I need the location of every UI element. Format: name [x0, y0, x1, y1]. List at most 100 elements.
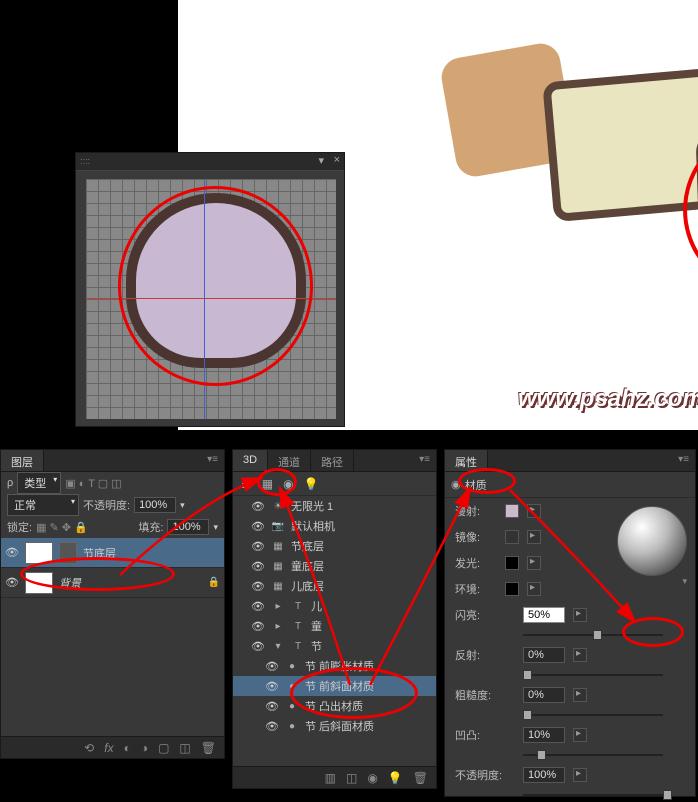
blend-mode-dropdown[interactable]: 正常: [7, 494, 79, 516]
visibility-icon[interactable]: 👁: [265, 720, 279, 733]
slider-track[interactable]: [523, 750, 663, 760]
item-type-icon: ▦: [271, 561, 285, 572]
visibility-icon[interactable]: 👁: [251, 560, 265, 573]
3d-list-item[interactable]: 👁 📷 默认相机: [233, 516, 436, 536]
3d-list-item[interactable]: 👁▸T童: [233, 616, 436, 636]
ambient-label: 环境:: [455, 581, 497, 597]
icon-2[interactable]: ◫: [346, 771, 357, 785]
fill-input[interactable]: 100%: [167, 519, 209, 535]
group-icon[interactable]: ▢: [158, 741, 169, 755]
lock-icons[interactable]: ▦ ✎ ✥ 🔒: [36, 521, 88, 534]
close-icon[interactable]: ×: [334, 154, 340, 166]
slider-label: 反射:: [455, 647, 515, 663]
visibility-icon[interactable]: 👁: [251, 620, 265, 633]
layers-panel: 图层 ▾≡ ρ 类型 ▣ ◐ T ▢ ◫ 正常 不透明度: 100% ▾ 锁定:…: [0, 449, 225, 759]
trash-icon[interactable]: 🗑: [201, 741, 216, 755]
visibility-icon[interactable]: 👁: [251, 640, 265, 653]
item-label: 儿: [311, 598, 322, 614]
diffuse-texture[interactable]: [527, 504, 541, 518]
3d-list-item[interactable]: 👁▦童底层: [233, 556, 436, 576]
visibility-icon[interactable]: 👁: [265, 680, 279, 693]
slider-texture[interactable]: [573, 728, 587, 742]
slider-value-input[interactable]: 0%: [523, 687, 565, 703]
item-type-icon: T: [291, 641, 305, 652]
collapse-icon[interactable]: ▾: [318, 154, 324, 167]
slider-value-input[interactable]: 50%: [523, 607, 565, 623]
secondary-3d-view[interactable]: :::: × ▾: [75, 152, 345, 427]
char-3d-2[interactable]: [542, 68, 698, 222]
mask-icon[interactable]: ◐: [124, 741, 131, 755]
specular-texture[interactable]: [527, 530, 541, 544]
tab-3d[interactable]: 3D: [233, 450, 268, 471]
panel-menu-icon[interactable]: ▾≡: [672, 450, 695, 471]
glow-swatch[interactable]: [505, 556, 519, 570]
visibility-icon[interactable]: 👁: [251, 540, 265, 553]
lock-icon[interactable]: 🔒: [208, 577, 220, 588]
fill-adjust-icon[interactable]: ◑: [141, 741, 148, 755]
visibility-icon[interactable]: 👁: [251, 580, 265, 593]
visibility-icon[interactable]: 👁: [5, 546, 19, 559]
item-label: 节底层: [291, 538, 324, 554]
item-label: 默认相机: [291, 518, 335, 534]
glow-texture[interactable]: [527, 556, 541, 570]
icon-1[interactable]: ▥: [325, 771, 336, 785]
3d-list-item[interactable]: 👁▦儿底层: [233, 576, 436, 596]
3d-panel: 3D 通道 路径 ▾≡ ☰ ▦ ◉ 💡 👁☀无限光 1👁📷默认相机👁▦节底层👁▦…: [232, 449, 437, 789]
visibility-icon[interactable]: 👁: [251, 500, 265, 513]
3d-list-item[interactable]: 👁▾T节: [233, 636, 436, 656]
3d-list-item[interactable]: 👁 ▸ T儿: [233, 596, 436, 616]
diffuse-swatch[interactable]: [505, 504, 519, 518]
lock-label: 锁定:: [7, 519, 32, 535]
slider-value-input[interactable]: 100%: [523, 767, 565, 783]
visibility-icon[interactable]: 👁: [265, 660, 279, 673]
slider-texture[interactable]: [573, 608, 587, 622]
slider-label: 凹凸:: [455, 727, 515, 743]
tab-layers[interactable]: 图层: [1, 450, 44, 471]
slider-texture[interactable]: [573, 768, 587, 782]
trash-icon[interactable]: 🗑: [413, 771, 428, 785]
specular-label: 镜像:: [455, 529, 497, 545]
specular-swatch[interactable]: [505, 530, 519, 544]
slider-track[interactable]: [523, 670, 663, 680]
expand-icon[interactable]: ▸: [271, 621, 285, 632]
render-icon[interactable]: ◉: [367, 771, 377, 785]
property-slider-row: 粗糙度:0%: [445, 682, 695, 708]
material-preview-sphere[interactable]: [617, 506, 687, 576]
filter-scene-icon[interactable]: ☰: [241, 477, 252, 491]
fx-icon[interactable]: fx: [104, 741, 113, 755]
item-type-icon: 📷: [271, 521, 285, 532]
annotation-circle: [118, 186, 313, 386]
filter-type-dropdown[interactable]: 类型: [17, 472, 61, 494]
slider-value-input[interactable]: 0%: [523, 647, 565, 663]
panel-menu-icon[interactable]: ▾≡: [413, 450, 436, 471]
filter-light-icon[interactable]: 💡: [304, 477, 319, 491]
slider-texture[interactable]: [573, 688, 587, 702]
ambient-swatch[interactable]: [505, 582, 519, 596]
ambient-texture[interactable]: [527, 582, 541, 596]
glow-label: 发光:: [455, 555, 497, 571]
3d-list-item[interactable]: 👁▦节底层: [233, 536, 436, 556]
new-light-icon[interactable]: 💡: [388, 771, 403, 785]
slider-track[interactable]: [523, 710, 663, 720]
expand-icon[interactable]: ▾: [271, 641, 285, 652]
slider-value-input[interactable]: 10%: [523, 727, 565, 743]
link-icon[interactable]: ⟲: [84, 741, 94, 755]
annotation-circle: [458, 468, 516, 494]
visibility-icon[interactable]: 👁: [265, 700, 279, 713]
slider-track[interactable]: [523, 790, 663, 800]
visibility-icon[interactable]: 👁: [5, 576, 19, 589]
item-label: 儿底层: [291, 578, 324, 594]
tab-paths[interactable]: 路径: [311, 450, 354, 471]
watermark: www.psahz.com: [518, 385, 698, 413]
visibility-icon[interactable]: 👁: [251, 600, 265, 613]
slider-texture[interactable]: [573, 648, 587, 662]
item-type-icon: T: [291, 601, 305, 612]
panel-menu-icon[interactable]: ▾≡: [201, 450, 224, 471]
annotation-circle: [257, 468, 297, 496]
opacity-input[interactable]: 100%: [134, 497, 176, 513]
3d-list-item[interactable]: 👁●节 后斜面材质: [233, 716, 436, 736]
new-layer-icon[interactable]: ◫: [179, 741, 190, 755]
3d-list-item[interactable]: 👁☀无限光 1: [233, 496, 436, 516]
visibility-icon[interactable]: 👁: [251, 520, 265, 533]
expand-icon[interactable]: ▸: [271, 601, 285, 612]
